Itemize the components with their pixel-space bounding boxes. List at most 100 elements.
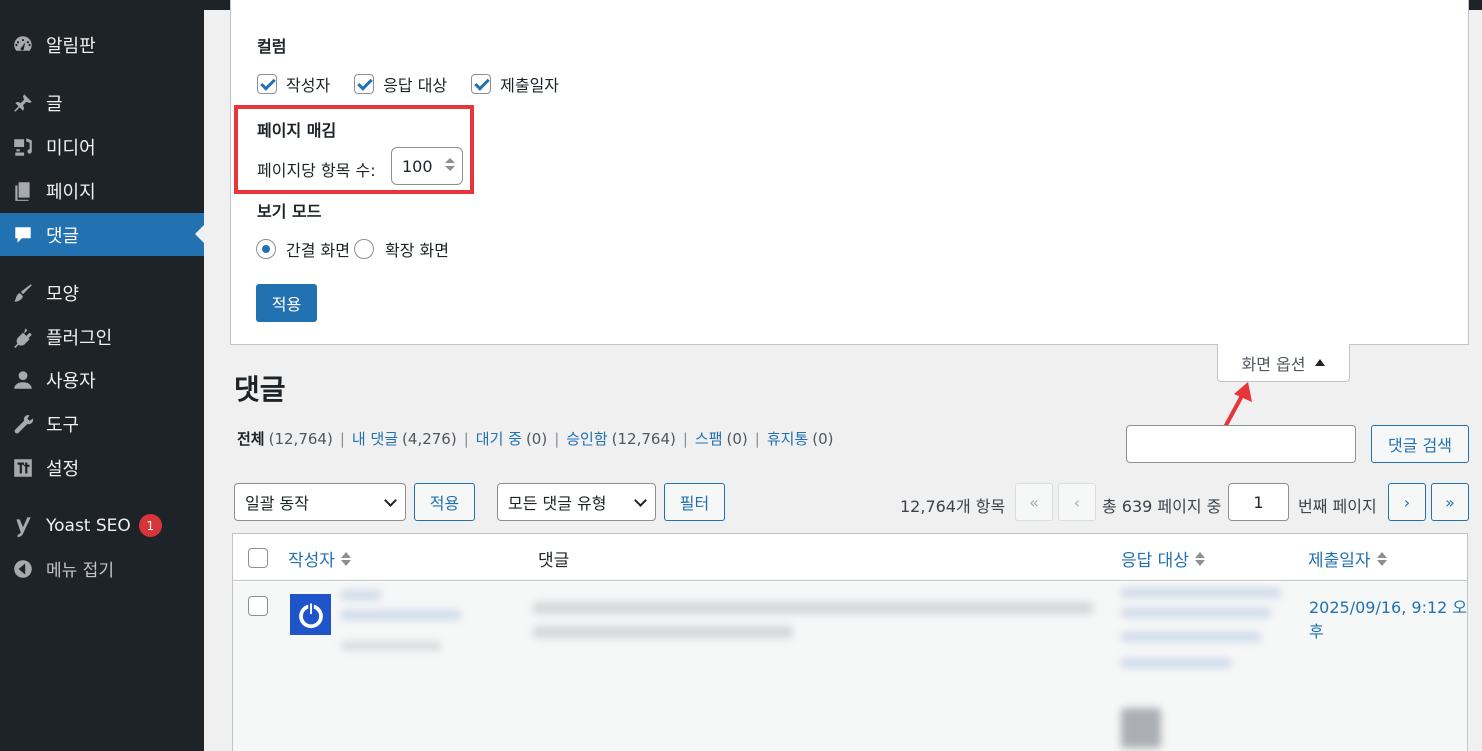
sort-icon [1194, 551, 1205, 567]
bulk-apply-button[interactable]: 적용 [414, 483, 475, 521]
checkbox-label: 제출일자 [500, 76, 560, 95]
redacted-comment-text [533, 626, 793, 638]
redacted-response-link [1121, 632, 1261, 642]
select-value: 모든 댓글 유형 [508, 494, 607, 513]
page-suffix-text: 번째 페이지 [1298, 497, 1377, 516]
item-count: 12,764개 항목 [900, 497, 1006, 516]
columns-heading: 컬럼 [257, 37, 287, 56]
redacted-author-link [341, 610, 461, 620]
row-checkbox[interactable] [248, 596, 268, 616]
redacted-thumbnail [1121, 708, 1161, 748]
select-value: 일괄 동작 [245, 494, 309, 513]
sidebar-item-users[interactable]: 사용자 [0, 358, 204, 401]
redacted-author-name [341, 590, 381, 600]
avatar [290, 594, 331, 635]
plugin-icon [10, 324, 36, 350]
separator: | [463, 429, 469, 448]
comment-icon [10, 222, 36, 248]
last-page-button[interactable]: » [1431, 483, 1469, 521]
current-page-input[interactable]: 1 [1228, 483, 1289, 521]
column-date[interactable]: 제출일자 [1308, 546, 1387, 571]
column-label: 제출일자 [1308, 551, 1371, 571]
column-response[interactable]: 응답 대상 [1121, 546, 1205, 571]
filter-pending[interactable]: 대기 중 [476, 428, 522, 449]
toggle-label: 화면 옵션 [1241, 354, 1306, 374]
sort-icon [1376, 551, 1387, 567]
sidebar-item-yoast[interactable]: Yoast SEO 1 [0, 504, 204, 547]
column-comment: 댓글 [538, 546, 569, 571]
notification-badge: 1 [138, 514, 162, 537]
sidebar-item-label: 페이지 [46, 181, 96, 203]
sidebar-item-comments[interactable]: 댓글 [0, 213, 204, 256]
screen-options-toggle[interactable]: 화면 옵션 [1217, 344, 1350, 382]
prev-page-button[interactable]: ‹ [1058, 483, 1096, 521]
filter-count: (12,764) [611, 429, 676, 448]
filter-count: (0) [525, 429, 548, 448]
sidebar-item-appearance[interactable]: 모양 [0, 271, 204, 314]
sort-icon [340, 551, 351, 567]
comment-date[interactable]: 2025/09/16, 9:12 오후 [1309, 596, 1469, 644]
dashboard-icon [10, 32, 36, 58]
separator: | [339, 429, 345, 448]
comment-search-input[interactable] [1126, 425, 1356, 463]
sidebar-item-media[interactable]: 미디어 [0, 125, 204, 168]
brush-icon [10, 280, 36, 306]
total-pages-text: 총 639 페이지 중 [1102, 497, 1222, 516]
next-page-button[interactable]: › [1388, 483, 1426, 521]
filter-trash[interactable]: 휴지통 [767, 428, 808, 449]
power-icon [298, 601, 323, 628]
first-page-button[interactable]: « [1015, 483, 1053, 521]
chevron-down-icon [634, 494, 647, 507]
view-mode-options: 간결 화면 확장 화면 [256, 237, 473, 261]
view-mode-compact[interactable]: 간결 화면 [256, 237, 350, 261]
filter-mine[interactable]: 내 댓글 [352, 428, 398, 449]
radio[interactable] [353, 239, 374, 259]
sidebar-item-label: 메뉴 접기 [46, 561, 114, 581]
sidebar-item-posts[interactable]: 글 [0, 81, 204, 124]
filter-button[interactable]: 필터 [664, 483, 725, 521]
sidebar-item-tools[interactable]: 도구 [0, 402, 204, 445]
screen-options-apply-button[interactable]: 적용 [256, 284, 317, 322]
sidebar-item-label: 플러그인 [46, 327, 113, 349]
filter-all[interactable]: 전체 [237, 428, 265, 449]
wrench-icon [10, 411, 36, 437]
column-author[interactable]: 작성자 [288, 546, 351, 571]
sidebar-item-label: 댓글 [46, 225, 80, 247]
filter-spam[interactable]: 스팸 [695, 428, 723, 449]
comment-type-select[interactable]: 모든 댓글 유형 [497, 483, 656, 521]
sidebar-item-label: 설정 [46, 458, 80, 480]
column-label: 응답 대상 [1121, 551, 1189, 571]
chevron-down-icon [384, 494, 397, 507]
redacted-author-meta [341, 642, 441, 650]
column-label: 작성자 [288, 551, 335, 571]
comments-table: 작성자 댓글 응답 대상 제출일자 2025/09/16, 9:12 오후 [232, 533, 1468, 751]
sidebar-item-settings[interactable]: 설정 [0, 446, 204, 489]
sidebar-item-plugins[interactable]: 플러그인 [0, 315, 204, 358]
filter-approved[interactable]: 승인함 [566, 428, 607, 449]
checkbox[interactable] [471, 74, 492, 94]
filter-count: (0) [812, 429, 834, 448]
filter-count: (12,764) [268, 429, 333, 448]
sidebar-item-label: 모양 [46, 283, 80, 305]
column-toggle-response[interactable]: 응답 대상 [354, 72, 447, 96]
pages-icon [10, 178, 36, 204]
checkbox[interactable] [257, 74, 277, 94]
view-mode-extended[interactable]: 확장 화면 [353, 237, 449, 261]
column-toggle-date[interactable]: 제출일자 [471, 72, 559, 96]
radio[interactable] [256, 239, 276, 259]
select-all-checkbox[interactable] [248, 548, 268, 568]
separator: | [554, 429, 560, 448]
bulk-action-select[interactable]: 일괄 동작 [234, 483, 406, 521]
sidebar-item-label: 알림판 [46, 35, 96, 57]
yoast-icon [10, 513, 36, 539]
column-toggle-author[interactable]: 작성자 [257, 72, 330, 96]
filter-count: (0) [726, 429, 748, 448]
checkbox[interactable] [354, 74, 375, 94]
sidebar-collapse-menu[interactable]: 메뉴 접기 [0, 547, 204, 590]
sidebar-item-dashboard[interactable]: 알림판 [0, 23, 204, 66]
columns-checkboxes: 작성자 응답 대상 제출일자 [257, 72, 583, 96]
filter-count: (4,276) [402, 429, 457, 448]
search-comments-button[interactable]: 댓글 검색 [1371, 425, 1469, 463]
sidebar-item-pages[interactable]: 페이지 [0, 169, 204, 212]
separator: | [754, 429, 760, 448]
